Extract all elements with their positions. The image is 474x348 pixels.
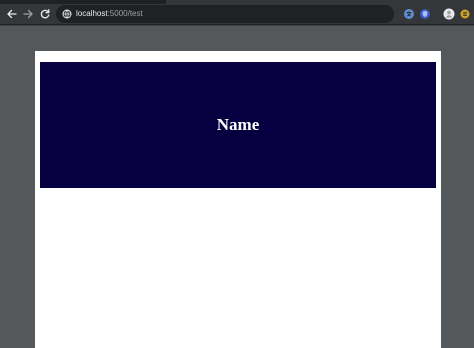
page-canvas: Name (35, 51, 441, 348)
back-button[interactable] (4, 6, 20, 22)
header-banner: Name (40, 62, 436, 188)
url-host: localhost (76, 9, 108, 18)
address-bar[interactable]: localhost:5000/test (56, 5, 394, 23)
browser-toolbar: localhost:5000/test (0, 4, 474, 24)
viewport-edge (0, 25, 474, 26)
url-text: localhost:5000/test (76, 5, 143, 23)
arrow-right-icon (23, 9, 33, 19)
header-title: Name (216, 115, 260, 134)
browser-menu-icon[interactable] (457, 6, 473, 22)
forward-button[interactable] (20, 6, 36, 22)
arrow-left-icon (7, 9, 17, 19)
profile-avatar-icon[interactable] (441, 6, 457, 22)
reload-button[interactable] (37, 6, 53, 22)
extension-shield-icon[interactable] (417, 6, 433, 22)
reload-icon (40, 9, 50, 19)
site-info-icon[interactable] (61, 8, 73, 20)
extension-translate-icon[interactable] (401, 6, 417, 22)
url-path: :5000/test (107, 9, 143, 18)
